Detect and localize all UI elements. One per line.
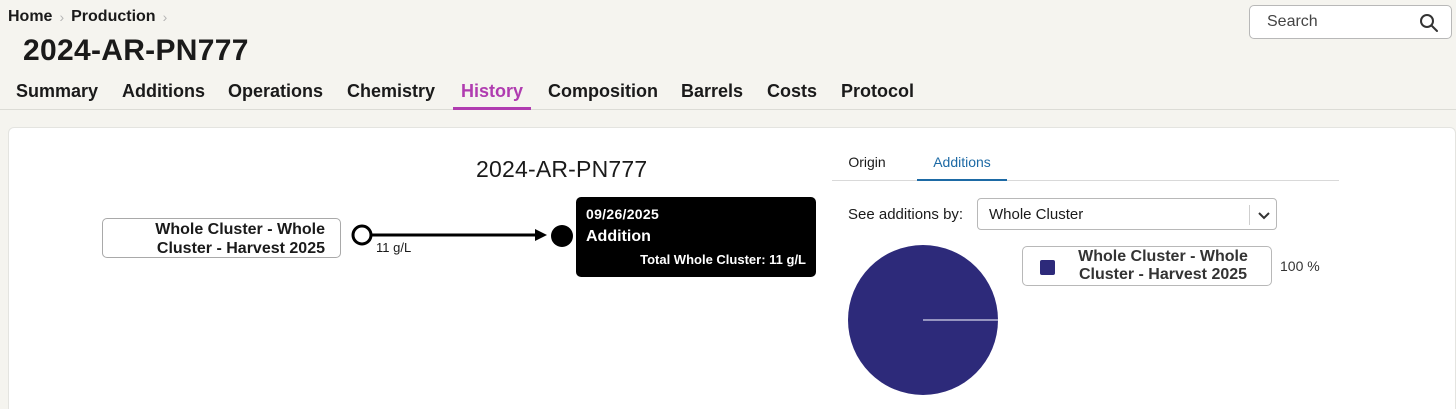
legend-item[interactable]: Whole Cluster - Whole Cluster - Harvest … [1022, 246, 1272, 286]
tab-costs[interactable]: Costs [759, 78, 825, 110]
main-tabs: Summary Additions Operations Chemistry H… [0, 78, 1456, 110]
search-box[interactable] [1249, 5, 1452, 39]
breadcrumb-production[interactable]: Production [71, 8, 155, 26]
legend-swatch [1040, 260, 1055, 275]
event-date: 09/26/2025 [586, 206, 660, 222]
page-title: 2024-AR-PN777 [23, 34, 249, 67]
legend-label: Whole Cluster - Whole Cluster - Harvest … [1078, 248, 1248, 283]
event-node[interactable]: 09/26/2025 Addition Total Whole Cluster:… [576, 197, 816, 277]
sub-tabs: Origin Additions [832, 146, 1339, 181]
tab-composition[interactable]: Composition [540, 78, 666, 110]
event-total: Total Whole Cluster: 11 g/L [640, 252, 806, 267]
arrow-head-icon [535, 229, 547, 241]
tab-additions[interactable]: Additions [114, 78, 213, 110]
subtab-additions[interactable]: Additions [917, 146, 1007, 181]
breadcrumb-home[interactable]: Home [8, 8, 52, 26]
tab-history[interactable]: History [453, 78, 532, 110]
chevron-right-icon: › [162, 9, 168, 25]
tab-chemistry[interactable]: Chemistry [339, 78, 443, 110]
tab-operations[interactable]: Operations [220, 78, 331, 110]
select-divider [1249, 205, 1250, 225]
chevron-down-icon [1258, 212, 1270, 220]
search-icon[interactable] [1419, 13, 1439, 33]
legend-percent: 100 % [1280, 258, 1320, 274]
edge-label: 11 g/L [376, 240, 412, 255]
breadcrumb: Home › Production › [8, 8, 174, 26]
tab-summary[interactable]: Summary [8, 78, 106, 110]
tab-barrels[interactable]: Barrels [673, 78, 751, 110]
tab-protocol[interactable]: Protocol [833, 78, 922, 110]
graph-title: 2024-AR-PN777 [476, 156, 648, 182]
source-port-icon [351, 224, 373, 246]
see-by-value: Whole Cluster [989, 206, 1084, 223]
search-input[interactable] [1250, 13, 1410, 31]
target-port-icon [551, 225, 573, 247]
chevron-right-icon: › [59, 9, 65, 25]
subtab-origin[interactable]: Origin [832, 146, 902, 181]
source-node[interactable]: Whole Cluster - Whole Cluster - Harvest … [102, 218, 341, 258]
event-type: Addition [586, 228, 651, 245]
see-by-select[interactable]: Whole Cluster [977, 198, 1277, 230]
see-by-label: See additions by: [848, 206, 964, 223]
additions-pie-chart [848, 245, 998, 395]
